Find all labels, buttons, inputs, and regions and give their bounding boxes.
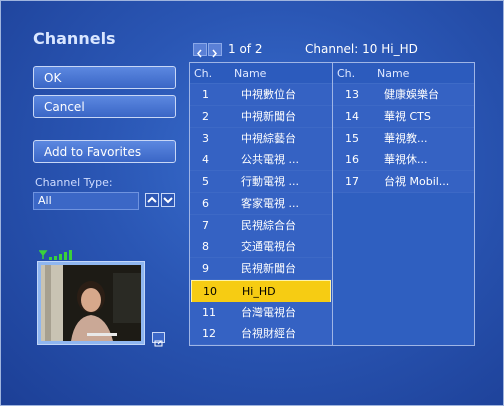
channel-row[interactable]: 16 華視休... (333, 149, 474, 172)
channel-row[interactable]: 13 健康娛樂台 (333, 84, 474, 106)
channel-number: 2 (202, 109, 209, 123)
page-indicator: 1 of 2 (228, 42, 263, 56)
channel-name: 台視 Mobil... (384, 175, 450, 188)
channel-number: 17 (345, 175, 359, 188)
channel-name: 健康娛樂台 (384, 88, 439, 101)
channel-row[interactable]: 15 華視教... (333, 127, 474, 150)
channel-column-right: Ch. Name 13 健康娛樂台 14 華視 CTS 15 華視教... 16 華視休...… (333, 63, 474, 345)
channel-number: 5 (202, 175, 209, 188)
spin-up-button[interactable] (145, 193, 159, 207)
current-channel-label: Channel: 10 Hi_HD (305, 42, 418, 56)
channel-number: 15 (345, 131, 359, 145)
channel-name: 民視新聞台 (241, 262, 296, 275)
channel-number: 3 (202, 131, 209, 145)
signal-strength-icon (39, 250, 72, 260)
header-ch: Ch. (337, 67, 356, 80)
channel-row[interactable]: 17 台視 Mobil... (333, 171, 474, 193)
channel-row[interactable]: 4 公共電視 ... (190, 149, 332, 172)
channel-name: 華視教... (384, 131, 428, 145)
column-header: Ch. Name (333, 63, 474, 84)
channel-number: 4 (202, 153, 209, 167)
channel-name: 華視 CTS (384, 109, 431, 123)
chevron-left-icon (197, 49, 202, 58)
video-preview[interactable] (37, 261, 145, 345)
ok-button[interactable]: OK (33, 66, 176, 89)
header-ch: Ch. (194, 67, 213, 80)
column-header: Ch. Name (190, 63, 332, 84)
channel-number: 10 (203, 284, 217, 298)
channel-column-left: Ch. Name 1 中視數位台 2 中視新聞台 3 中視綜藝台 4 公共電視 ... 5 行動電… (190, 63, 333, 346)
channel-number: 12 (202, 327, 216, 341)
channel-row[interactable]: 1 中視數位台 (190, 84, 332, 106)
channel-name: 台灣電視台 (241, 305, 296, 319)
channel-number: 7 (202, 218, 209, 232)
channel-name: 華視休... (384, 153, 428, 167)
channel-row[interactable]: 3 中視綜藝台 (190, 127, 332, 150)
channel-name: 行動電視 ... (241, 175, 299, 188)
channel-type-select[interactable]: All (33, 192, 139, 210)
expand-preview-button[interactable] (152, 332, 165, 347)
channel-row[interactable]: 10 Hi_HD (191, 279, 331, 303)
page-previous-button[interactable] (193, 43, 207, 58)
add-to-favorites-button[interactable]: Add to Favorites (33, 140, 176, 163)
channel-number: 13 (345, 88, 359, 101)
channel-row[interactable]: 7 民視綜合台 (190, 214, 332, 237)
channel-row[interactable]: 2 中視新聞台 (190, 105, 332, 128)
channel-name: 中視數位台 (241, 88, 296, 101)
channel-row[interactable]: 9 民視新聞台 (190, 258, 332, 280)
chevron-right-icon (212, 49, 217, 58)
header-name: Name (234, 67, 267, 80)
channel-name: 交通電視台 (241, 240, 296, 254)
channel-number: 16 (345, 153, 359, 167)
channel-name: 公共電視 ... (241, 153, 299, 167)
channel-name: 客家電視 ... (241, 196, 299, 210)
channel-name: 中視綜藝台 (241, 131, 296, 145)
channel-grid: Ch. Name 1 中視數位台 2 中視新聞台 3 中視綜藝台 4 公共電視 ... 5 行動電… (189, 62, 475, 346)
channel-number: 6 (202, 196, 209, 210)
channel-name: 民視綜合台 (241, 218, 296, 232)
chevron-down-icon (163, 197, 173, 204)
channel-name: Hi_HD (242, 284, 276, 298)
channel-number: 8 (202, 240, 209, 254)
channel-number: 14 (345, 109, 359, 123)
channel-name: 中視新聞台 (241, 109, 296, 123)
channel-row[interactable]: 14 華視 CTS (333, 105, 474, 128)
header-name: Name (377, 67, 410, 80)
video-thumbnail-image (41, 265, 141, 341)
channel-row[interactable]: 5 行動電視 ... (190, 171, 332, 193)
channel-number: 1 (202, 88, 209, 101)
chevron-up-icon (147, 196, 157, 203)
channel-row[interactable]: 12 台視財經台 (190, 323, 332, 346)
channel-name: 台視財經台 (241, 327, 296, 341)
channel-number: 9 (202, 262, 209, 275)
expand-icon (154, 340, 163, 347)
channel-row[interactable]: 6 客家電視 ... (190, 192, 332, 215)
cancel-button[interactable]: Cancel (33, 95, 176, 118)
page-next-button[interactable] (208, 43, 222, 58)
channel-row[interactable]: 8 交通電視台 (190, 236, 332, 259)
spin-down-button[interactable] (161, 193, 175, 207)
channel-number: 11 (202, 305, 216, 319)
page-title: Channels (33, 29, 116, 48)
channel-type-label: Channel Type: (35, 176, 113, 189)
video-frame (41, 265, 141, 341)
channel-row[interactable]: 11 台灣電視台 (190, 301, 332, 324)
